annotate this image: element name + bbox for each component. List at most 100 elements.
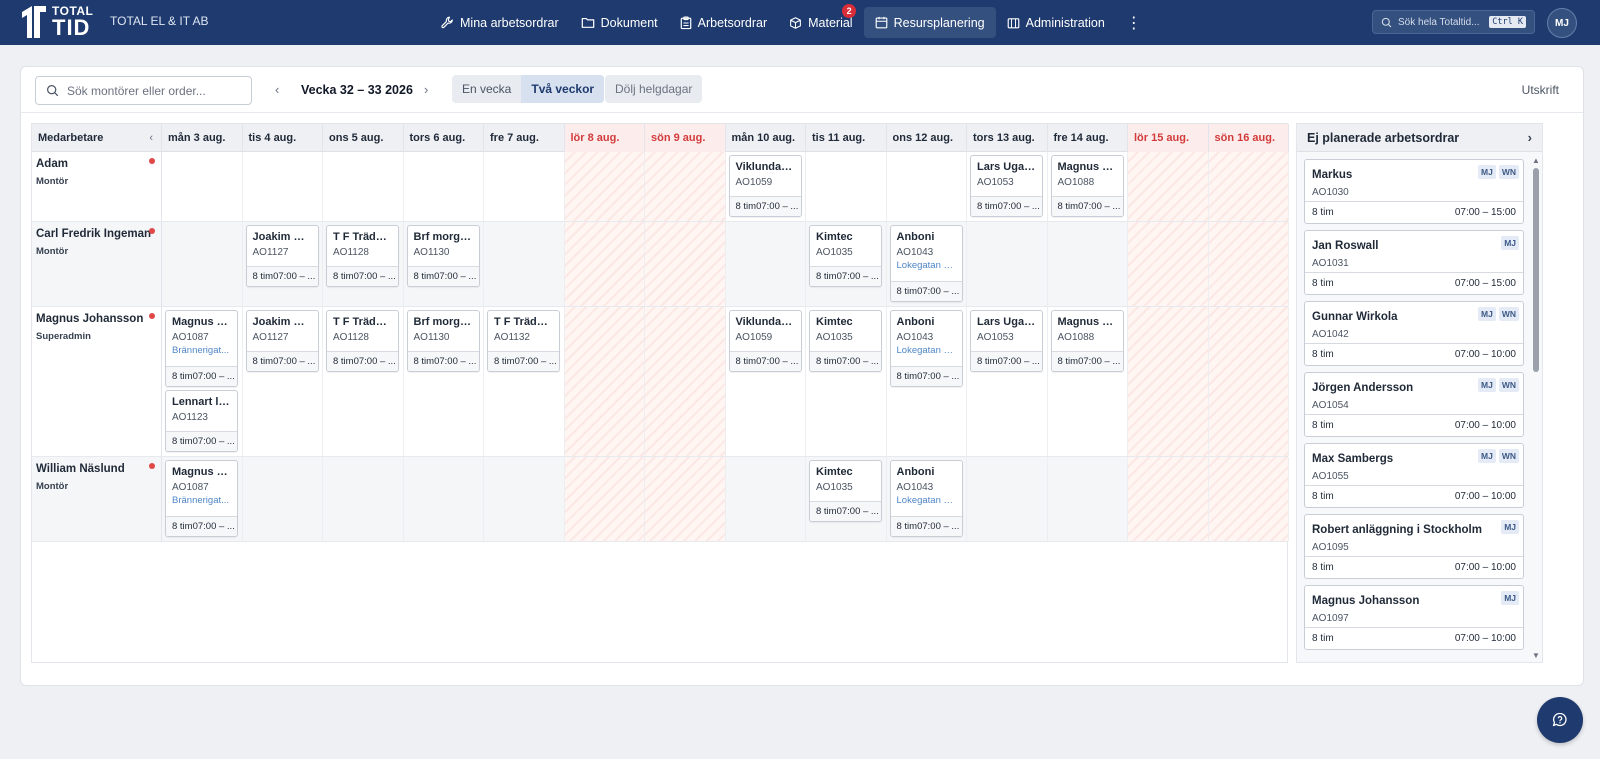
work-order-card[interactable]: Kimtec AO1035 8 tim07:00 – ... [809, 225, 882, 287]
employee-cell[interactable]: Carl Fredrik Ingeman Montör [32, 222, 162, 306]
work-order-card[interactable]: Viklunda g... AO1059 8 tim07:00 – ... [728, 155, 802, 217]
chevron-right-icon[interactable]: › [1528, 124, 1532, 152]
day-cell[interactable] [1208, 222, 1289, 306]
unplanned-order-card[interactable]: Gunnar Wirkola AO1042 MJ WN 8 tim 07:00 – 10:… [1304, 301, 1524, 366]
day-cell[interactable] [1048, 457, 1128, 541]
employee-order-search[interactable] [35, 76, 252, 105]
day-header: mån 10 aug. [726, 124, 806, 152]
day-cell[interactable] [726, 222, 806, 306]
more-menu-icon[interactable]: ⋮ [1116, 7, 1152, 38]
work-order-card[interactable]: Magnus Jo... AO1088 8 tim07:00 – ... [1050, 310, 1124, 372]
day-cell[interactable] [1208, 457, 1289, 541]
unplanned-order-card[interactable]: Markus AO1030 MJ WN 8 tim 07:00 – 15:00 [1304, 159, 1524, 224]
work-order-card[interactable]: T F Trädgå... AO1132 8 tim07:00 – ... [487, 310, 560, 372]
search-input[interactable] [67, 83, 237, 98]
work-order-card[interactable]: Kimtec AO1035 8 tim07:00 – ... [809, 310, 882, 372]
day-cell[interactable] [1048, 222, 1128, 306]
work-order-card[interactable]: Brf morgo... AO1130 8 tim07:00 – ... [406, 225, 480, 287]
day-cell[interactable] [484, 152, 565, 221]
user-avatar[interactable]: MJ [1547, 8, 1577, 38]
print-button[interactable]: Utskrift [1522, 83, 1559, 97]
day-cell[interactable] [645, 222, 726, 306]
day-cell[interactable] [1128, 457, 1209, 541]
unplanned-order-card[interactable]: Robert anläggning i Stockholm AO1095 MJ 8 t… [1304, 514, 1524, 579]
work-order-card[interactable]: Kimtec AO1035 8 tim07:00 – ... [809, 460, 882, 522]
day-cell[interactable] [243, 457, 323, 541]
unplanned-order-code: AO1031 [1312, 258, 1349, 269]
nav-administration[interactable]: Administration [996, 7, 1116, 38]
help-chat-button[interactable] [1537, 697, 1583, 743]
nav-material[interactable]: Material 2 [778, 4, 863, 38]
day-cell[interactable] [1128, 152, 1209, 221]
day-cell[interactable] [645, 457, 726, 541]
work-order-card[interactable]: Brf morgo... AO1130 8 tim07:00 – ... [406, 310, 480, 372]
unplanned-order-card[interactable]: Jörgen Andersson AO1054 MJ WN 8 tim 07:00 – 1… [1304, 372, 1524, 437]
day-cell[interactable] [967, 222, 1048, 306]
day-cell[interactable] [564, 222, 645, 306]
work-order-card[interactable]: Lars Ugan... AO1053 8 tim07:00 – ... [970, 155, 1043, 217]
work-order-card[interactable]: Magnus Jo... AO1087 Brännerigat... 8 tim07:… [165, 460, 238, 537]
prev-week-button[interactable]: ‹ [275, 82, 279, 97]
nav-resursplanering[interactable]: Resursplanering [863, 7, 996, 38]
day-cell[interactable] [1208, 152, 1289, 221]
unplanned-order-hours: 8 tim [1312, 562, 1334, 573]
day-cell[interactable] [887, 152, 967, 221]
work-order-card[interactable]: Viklunda g... AO1059 8 tim07:00 – ... [728, 310, 802, 372]
day-cell[interactable] [484, 222, 565, 306]
nav-mina-arbetsordrar[interactable]: Mina arbetsordrar [430, 7, 570, 38]
global-search[interactable]: Sök hela Totaltid... Ctrl K [1372, 10, 1535, 34]
nav-arbetsordrar[interactable]: Arbetsordrar [669, 7, 778, 38]
work-order-card[interactable]: Anboni AO1043 Lokegatan 5... 8 tim07:00 – .… [889, 225, 963, 302]
work-order-card[interactable]: Anboni AO1043 Lokegatan 5... 8 tim07:00 – .… [889, 460, 963, 537]
day-cell[interactable] [323, 152, 404, 221]
view-one-week-button[interactable]: En vecka [452, 75, 521, 103]
unplanned-order-card[interactable]: Jan Roswall AO1031 MJ 8 tim 07:00 – 15:00 [1304, 230, 1524, 295]
employee-cell[interactable]: Magnus Johansson Superadmin [32, 307, 162, 456]
work-order-card[interactable]: Joakim Qu... AO1127 8 tim07:00 – ... [245, 310, 319, 372]
scroll-down-icon[interactable]: ▼ [1532, 651, 1540, 660]
day-cell[interactable] [645, 307, 726, 456]
employee-cell[interactable]: Adam Montör [32, 152, 162, 221]
work-order-card[interactable]: T F Trädgå... AO1128 8 tim07:00 – ... [326, 225, 399, 287]
day-cell[interactable] [1208, 307, 1289, 456]
day-cell[interactable] [162, 152, 243, 221]
day-cell[interactable] [1128, 222, 1209, 306]
day-cell[interactable] [243, 152, 323, 221]
day-header: fre 7 aug. [484, 124, 565, 152]
unplanned-order-card[interactable]: Max Sambergs AO1055 MJ WN 8 tim 07:00 – 10:00 [1304, 443, 1524, 508]
unplanned-order-hours: 8 tim [1312, 278, 1334, 289]
day-cell[interactable] [806, 152, 887, 221]
day-cell[interactable] [404, 457, 484, 541]
work-order-card[interactable]: Joakim Qu... AO1127 8 tim07:00 – ... [245, 225, 319, 287]
scroll-up-icon[interactable]: ▲ [1532, 156, 1540, 165]
employee-cell[interactable]: William Näslund Montör [32, 457, 162, 541]
day-cell[interactable] [162, 222, 243, 306]
work-order-card[interactable]: Anboni AO1043 Lokegatan 5... 8 tim07:00 – .… [889, 310, 963, 387]
unplanned-order-card[interactable]: Magnus Johansson AO1097 MJ 8 tim 07:00 – 10:… [1304, 585, 1524, 650]
day-cell[interactable] [967, 457, 1048, 541]
work-order-card[interactable]: Magnus Jo... AO1088 8 tim07:00 – ... [1050, 155, 1124, 217]
day-cell[interactable] [564, 307, 645, 456]
planning-toolbar: ‹ Vecka 32 – 33 2026 › En vecka Två veck… [21, 67, 1583, 113]
day-cell[interactable] [726, 457, 806, 541]
scroll-thumb[interactable] [1533, 168, 1539, 372]
unplanned-scrollbar[interactable]: ▲ ▼ [1532, 156, 1540, 660]
day-cell[interactable] [1128, 307, 1209, 456]
work-order-card[interactable]: Lennart löf... AO1123 8 tim07:00 – ... [165, 390, 238, 452]
day-cell[interactable] [564, 457, 645, 541]
day-cell[interactable] [484, 457, 565, 541]
nav-dokument[interactable]: Dokument [570, 7, 669, 38]
day-cell[interactable] [323, 457, 404, 541]
work-order-card[interactable]: Lars Ugan... AO1053 8 tim07:00 – ... [970, 310, 1043, 372]
collapse-icon[interactable]: ‹ [149, 124, 153, 152]
app-logo[interactable]: TOTAL TID [20, 4, 93, 40]
work-order-card[interactable]: Magnus Jo... AO1087 Brännerigat... 8 tim07:… [165, 310, 238, 387]
view-two-weeks-button[interactable]: Två veckor [521, 75, 605, 103]
unplanned-order-time: 07:00 – 10:00 [1454, 562, 1516, 573]
day-cell[interactable] [404, 152, 484, 221]
day-cell[interactable] [645, 152, 726, 221]
next-week-button[interactable]: › [424, 82, 428, 97]
hide-holidays-button[interactable]: Dölj helgdagar [605, 75, 703, 103]
day-cell[interactable] [564, 152, 645, 221]
work-order-card[interactable]: T F Trädgå... AO1128 8 tim07:00 – ... [326, 310, 399, 372]
